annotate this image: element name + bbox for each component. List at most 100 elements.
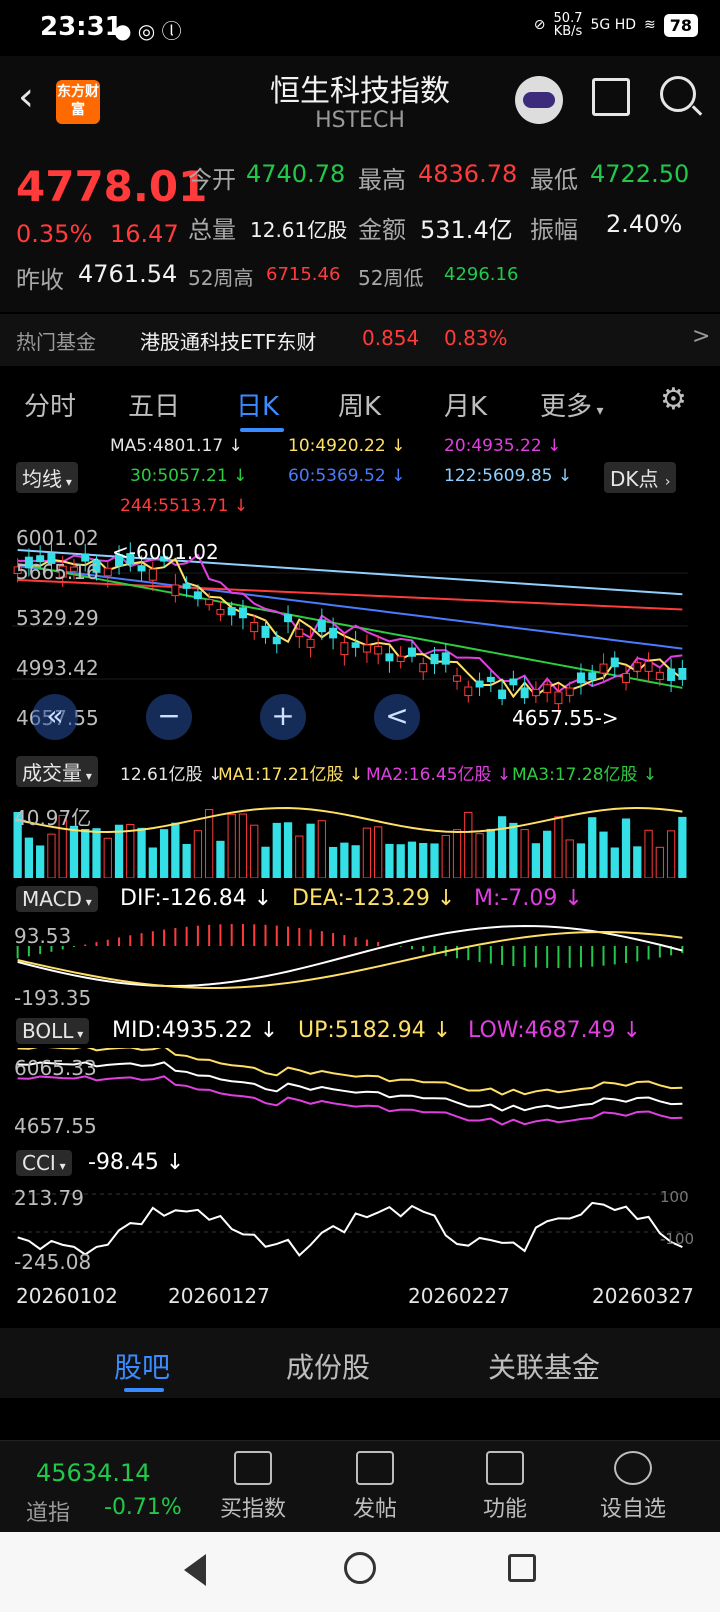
buy-index-button[interactable]: 买指数 bbox=[208, 1451, 298, 1523]
more-dots-icon bbox=[614, 1451, 652, 1485]
candle bbox=[216, 609, 225, 615]
signal-icon: 5G HD bbox=[590, 17, 636, 33]
volume-bar bbox=[486, 828, 495, 878]
tab-more-label: 更多 bbox=[540, 392, 593, 422]
volume-bar bbox=[182, 843, 191, 878]
wk52-low-label: 52周低 bbox=[358, 266, 424, 290]
kline-axis-2: 5329.29 bbox=[16, 606, 99, 630]
candle bbox=[453, 675, 462, 682]
hot-fund-name: 港股通科技ETF东财 bbox=[140, 330, 317, 354]
cci-selector[interactable]: CCI ▾ bbox=[16, 1150, 72, 1176]
zoom-in-icon[interactable]: + bbox=[260, 694, 306, 740]
battery-icon: 78 bbox=[663, 13, 698, 37]
functions-button[interactable]: 功能 bbox=[460, 1451, 550, 1523]
volume-bar bbox=[599, 831, 608, 878]
candle bbox=[464, 686, 473, 697]
kline-min-marker: 4657.55-> bbox=[512, 706, 619, 730]
share-icon[interactable] bbox=[592, 78, 630, 116]
volume-bar bbox=[407, 841, 417, 878]
open-value: 4740.78 bbox=[246, 160, 346, 188]
current-price: 4778.01 bbox=[16, 162, 208, 211]
zoom-out-icon[interactable]: − bbox=[146, 694, 192, 740]
tab-weekly-k[interactable]: 周K bbox=[338, 386, 381, 423]
content-tabs: 股吧 成份股 关联基金 bbox=[0, 1328, 720, 1398]
grid-icon bbox=[486, 1451, 524, 1485]
post-button[interactable]: 发帖 bbox=[330, 1451, 420, 1523]
candle bbox=[599, 663, 608, 674]
tab-more[interactable]: 更多 ▾ bbox=[540, 386, 604, 423]
low-value: 4722.50 bbox=[590, 160, 690, 188]
high-value: 4836.78 bbox=[418, 160, 518, 188]
candle bbox=[317, 619, 326, 633]
candle bbox=[407, 647, 416, 657]
scroll-left-icon[interactable]: < bbox=[374, 694, 420, 740]
ma-selector-dropdown[interactable]: 均线 ▾ bbox=[16, 462, 78, 493]
candle bbox=[576, 672, 585, 684]
cci-ref-high: 100 bbox=[660, 1188, 689, 1206]
volume-bar bbox=[374, 826, 383, 878]
nav-home-icon[interactable] bbox=[344, 1552, 376, 1584]
tab-intraday[interactable]: 分时 bbox=[24, 386, 76, 423]
cci-value-label: -98.45 ↓ bbox=[88, 1150, 185, 1175]
macd-selector[interactable]: MACD ▾ bbox=[16, 886, 98, 912]
cci-axis-bottom: -245.08 bbox=[14, 1250, 92, 1274]
hot-fund-row[interactable]: 热门基金 港股通科技ETF东财 0.854 0.83% > bbox=[0, 314, 720, 366]
volume-bar bbox=[655, 846, 664, 878]
volume-bar bbox=[554, 816, 563, 878]
candle bbox=[498, 689, 507, 700]
header: ‹ 东方财富 恒生科技指数 HSTECH bbox=[0, 56, 720, 142]
macd-dif-label: DIF:-126.84 ↓ bbox=[120, 886, 273, 911]
add-watchlist-button[interactable]: 设自选 bbox=[588, 1451, 678, 1523]
wk52-high-value: 6715.46 bbox=[266, 264, 341, 285]
volume-ma1-label: MA1:17.21亿股 ↓ bbox=[218, 765, 364, 785]
candle bbox=[644, 660, 653, 672]
change-value: 16.47 bbox=[110, 220, 179, 248]
kline-axis-1: 5665.16 bbox=[16, 560, 99, 584]
volume-bar bbox=[565, 839, 574, 878]
nav-back-icon[interactable] bbox=[184, 1554, 206, 1586]
dji-name[interactable]: 道指 bbox=[26, 1495, 70, 1527]
bottom-action-bar: 45634.14 道指 -0.71% 买指数 发帖 功能 设自选 bbox=[0, 1440, 720, 1532]
candle bbox=[250, 622, 259, 633]
macd-dea-line bbox=[17, 931, 683, 989]
volume-bar bbox=[362, 827, 372, 878]
search-icon[interactable] bbox=[660, 76, 696, 112]
dji-value: 45634.14 bbox=[36, 1459, 151, 1487]
volume-bar bbox=[621, 818, 631, 878]
dk-point-button[interactable]: DK点 › bbox=[604, 462, 677, 493]
candle bbox=[633, 662, 642, 672]
nav-recents-icon[interactable] bbox=[508, 1554, 536, 1582]
tab-five-day[interactable]: 五日 bbox=[128, 386, 180, 423]
settings-gear-icon[interactable]: ⚙ bbox=[660, 382, 687, 417]
net-unit: KB/s bbox=[553, 24, 583, 39]
status-right: ⊘ 50.7 KB/s 5G HD ≋ 78 bbox=[534, 12, 698, 38]
candle bbox=[103, 567, 112, 577]
scroll-left-fast-icon[interactable]: « bbox=[32, 694, 78, 740]
tab-related-funds[interactable]: 关联基金 bbox=[488, 1346, 600, 1386]
tab-guba[interactable]: 股吧 bbox=[114, 1346, 170, 1386]
candle bbox=[441, 652, 450, 665]
status-time: 23:31 bbox=[40, 12, 123, 42]
volume-bar bbox=[588, 817, 597, 878]
volume-bar bbox=[509, 822, 518, 878]
volume-selector[interactable]: 成交量 ▾ bbox=[16, 756, 98, 787]
tab-monthly-k[interactable]: 月K bbox=[444, 386, 487, 423]
candle bbox=[385, 653, 394, 662]
candle bbox=[227, 607, 236, 616]
tab-daily-k[interactable]: 日K bbox=[236, 386, 279, 423]
candle bbox=[205, 599, 214, 606]
boll-low-label: LOW:4687.49 ↓ bbox=[468, 1018, 642, 1043]
volume-ma3-label: MA3:17.28亿股 ↓ bbox=[512, 765, 658, 785]
cci-line bbox=[17, 1201, 683, 1257]
prev-close-label: 昨收 bbox=[16, 266, 64, 294]
tab-constituents[interactable]: 成份股 bbox=[286, 1346, 370, 1386]
period-tabs: 分时 五日 日K 周K 月K 更多 ▾ ⚙ bbox=[0, 372, 720, 436]
ma5-label: MA5:4801.17 ↓ bbox=[110, 436, 243, 456]
boll-selector[interactable]: BOLL ▾ bbox=[16, 1018, 90, 1044]
candle bbox=[588, 672, 597, 681]
ai-assistant-icon[interactable] bbox=[515, 76, 563, 124]
volume-bar bbox=[543, 830, 552, 878]
prev-close-value: 4761.54 bbox=[78, 260, 178, 288]
wifi-off-icon: ⊘ bbox=[533, 17, 546, 33]
candle bbox=[306, 638, 315, 648]
